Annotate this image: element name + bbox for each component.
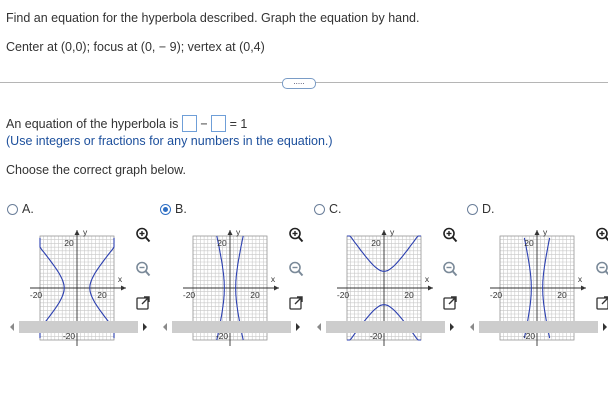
- scrollbar-thumb[interactable]: [172, 321, 291, 333]
- answer-line: An equation of the hyperbola is − = 1: [6, 115, 247, 132]
- zoom-in-icon[interactable]: [287, 226, 305, 244]
- scroll-left-arrow-icon[interactable]: [7, 320, 17, 334]
- question-given: Center at (0,0); focus at (0, − 9); vert…: [6, 40, 265, 54]
- expand-button[interactable]: .....: [282, 78, 316, 89]
- scroll-right-arrow-icon[interactable]: [447, 320, 457, 334]
- tick-label-top: 20: [64, 238, 74, 248]
- scroll-left-arrow-icon[interactable]: [467, 320, 477, 334]
- x-axis-label: x: [118, 274, 123, 284]
- x-axis-label: x: [578, 274, 583, 284]
- zoom-in-icon[interactable]: [134, 226, 152, 244]
- zoom-out-icon[interactable]: [441, 260, 459, 278]
- scrollbar-thumb[interactable]: [479, 321, 598, 333]
- option-b-label[interactable]: B.: [175, 202, 187, 216]
- option-d-scrollbar[interactable]: [467, 320, 608, 334]
- answer-minus: −: [200, 117, 208, 131]
- tick-label-top: 20: [371, 238, 381, 248]
- option-d-radio[interactable]: [467, 204, 478, 215]
- option-c-radio[interactable]: [314, 204, 325, 215]
- popout-icon[interactable]: [594, 294, 608, 312]
- tick-label-left: -20: [490, 290, 503, 300]
- tick-label-right: 20: [404, 290, 414, 300]
- zoom-in-icon[interactable]: [441, 226, 459, 244]
- option-d-label[interactable]: D.: [482, 202, 495, 216]
- scroll-left-arrow-icon[interactable]: [160, 320, 170, 334]
- answer-equals: = 1: [229, 117, 248, 131]
- scrollbar-thumb[interactable]: [326, 321, 445, 333]
- zoom-in-icon[interactable]: [594, 226, 608, 244]
- question-prompt: Find an equation for the hyperbola descr…: [6, 11, 420, 25]
- scroll-left-arrow-icon[interactable]: [314, 320, 324, 334]
- option-a-scrollbar[interactable]: [7, 320, 150, 334]
- option-b-scrollbar[interactable]: [160, 320, 303, 334]
- tick-label-left: -20: [337, 290, 350, 300]
- option-a-label[interactable]: A.: [22, 202, 34, 216]
- answer-input-1[interactable]: [181, 115, 197, 132]
- option-c-label[interactable]: C.: [329, 202, 342, 216]
- option-a-radio[interactable]: [7, 204, 18, 215]
- x-axis-label: x: [425, 274, 430, 284]
- tick-label-right: 20: [97, 290, 107, 300]
- x-axis-label: x: [271, 274, 276, 284]
- tick-label-left: -20: [183, 290, 196, 300]
- answer-input-2[interactable]: [211, 115, 227, 132]
- option-b-radio[interactable]: [160, 204, 171, 215]
- tick-label-top: 20: [524, 238, 534, 248]
- popout-icon[interactable]: [134, 294, 152, 312]
- zoom-out-icon[interactable]: [287, 260, 305, 278]
- scroll-right-arrow-icon[interactable]: [293, 320, 303, 334]
- tick-label-right: 20: [557, 290, 567, 300]
- zoom-out-icon[interactable]: [594, 260, 608, 278]
- scroll-right-arrow-icon[interactable]: [600, 320, 608, 334]
- zoom-out-icon[interactable]: [134, 260, 152, 278]
- tick-label-top: 20: [217, 238, 227, 248]
- tick-label-left: -20: [30, 290, 43, 300]
- scroll-right-arrow-icon[interactable]: [140, 320, 150, 334]
- answer-hint: (Use integers or fractions for any numbe…: [6, 134, 333, 148]
- option-c-scrollbar[interactable]: [314, 320, 457, 334]
- popout-icon[interactable]: [441, 294, 459, 312]
- choose-prompt: Choose the correct graph below.: [6, 163, 186, 177]
- answer-lead: An equation of the hyperbola is: [6, 117, 179, 131]
- scrollbar-thumb[interactable]: [19, 321, 138, 333]
- tick-label-right: 20: [250, 290, 260, 300]
- popout-icon[interactable]: [287, 294, 305, 312]
